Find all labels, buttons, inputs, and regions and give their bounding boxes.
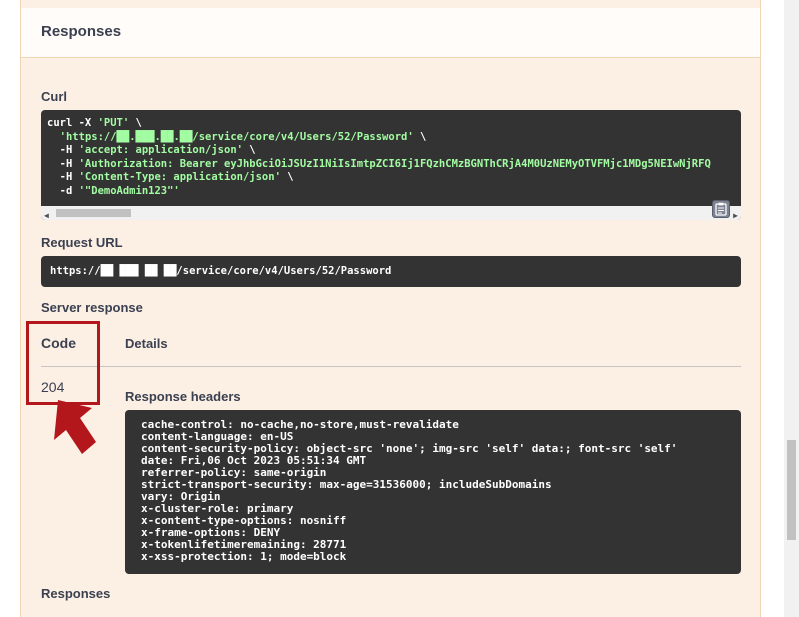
request-url-block: https://██ ███ ██ ██/service/core/v4/Use… — [41, 256, 741, 287]
curl-line-suffix: \ — [242, 144, 256, 156]
request-url-label: Request URL — [41, 235, 123, 250]
responses-title: Responses — [41, 23, 122, 40]
curl-line-string: 'accept: application/json' — [78, 144, 243, 156]
curl-horizontal-scrollbar[interactable]: ◀ ▶ — [41, 206, 741, 220]
clipboard-icon — [715, 202, 727, 216]
scroll-right-icon[interactable]: ▶ — [733, 209, 738, 220]
curl-line-string: 'https://██.███.██.██/service/core/v4/Us… — [59, 130, 414, 143]
curl-line-suffix: \ — [129, 117, 142, 129]
server-response-label: Server response — [41, 300, 143, 315]
curl-line-prefix: -H — [47, 171, 79, 183]
curl-line-suffix: \ — [280, 171, 294, 183]
response-headers-text: cache-control: no-cache,no-store,must-re… — [141, 418, 678, 563]
curl-command: curl -X 'PUT' \ 'https://██.███.██.██/se… — [41, 110, 741, 205]
curl-line-prefix — [47, 131, 60, 143]
curl-line-prefix: -H — [47, 157, 79, 170]
arrow-up-icon — [54, 400, 96, 454]
response-headers-block: cache-control: no-cache,no-store,must-re… — [125, 410, 741, 574]
details-column-header: Details — [125, 336, 168, 351]
panel-top-band — [21, 0, 760, 8]
curl-code-block[interactable]: curl -X 'PUT' \ 'https://██.███.██.██/se… — [41, 110, 741, 220]
scrollbar-thumb[interactable] — [56, 209, 131, 217]
curl-line-prefix: curl -X — [47, 117, 98, 129]
request-url-value: https://██ ███ ██ ██/service/core/v4/Use… — [50, 265, 392, 277]
curl-line-prefix: -d — [47, 184, 79, 197]
code-highlight-annotation — [26, 321, 100, 405]
curl-line-string: 'PUT' — [97, 117, 130, 129]
responses-section-header: Responses — [21, 8, 760, 58]
response-headers-label: Response headers — [125, 389, 241, 404]
curl-label: Curl — [41, 89, 67, 104]
curl-line-string: 'Content-Type: application/json' — [78, 171, 281, 183]
curl-line-string: 'Authorization: Bearer eyJhbGciOiJSUzI1N… — [78, 157, 711, 170]
table-divider — [41, 366, 741, 367]
page-vertical-scrollbar[interactable] — [784, 0, 799, 617]
curl-line-string: '"DemoAdmin123"' — [78, 184, 180, 197]
copy-to-clipboard-button[interactable] — [712, 200, 730, 218]
page-scrollbar-thumb[interactable] — [787, 440, 796, 540]
curl-line-prefix: -H — [47, 144, 79, 156]
responses-footer-label: Responses — [41, 586, 111, 601]
scroll-left-icon[interactable]: ◀ — [44, 209, 49, 220]
curl-line-suffix: \ — [413, 130, 427, 143]
